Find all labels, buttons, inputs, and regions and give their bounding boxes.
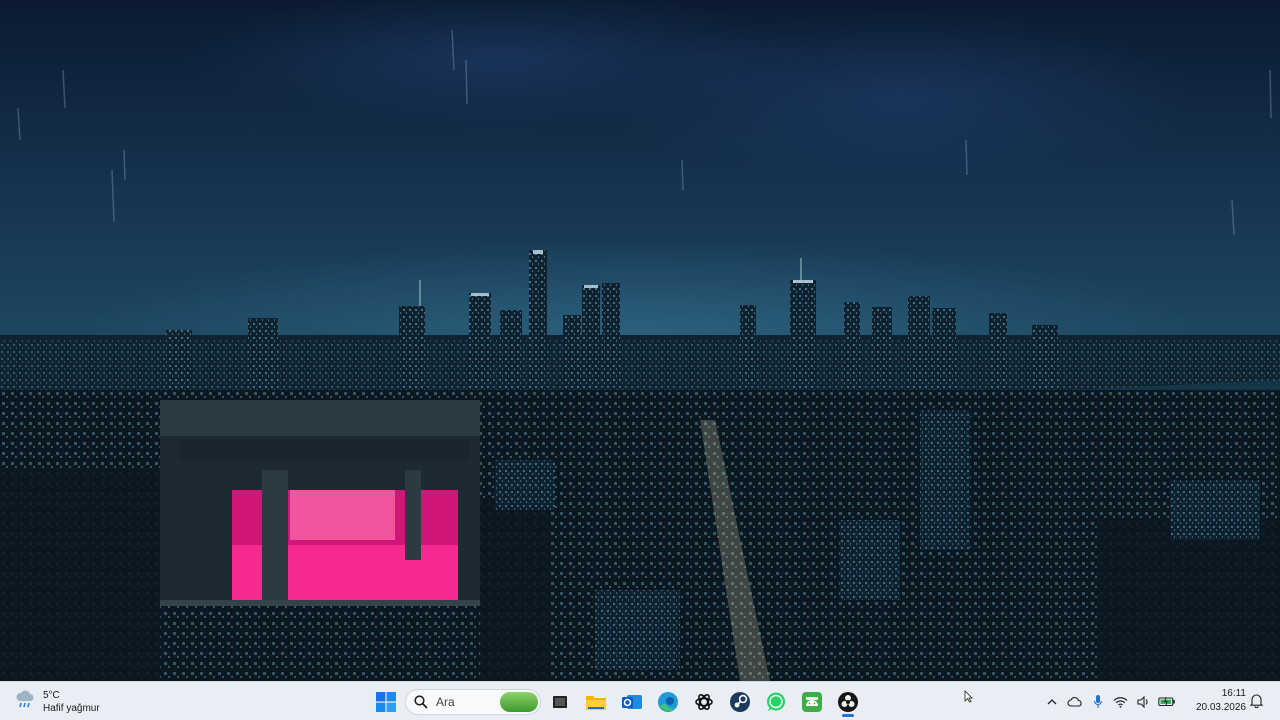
onedrive-tray-button[interactable] — [1063, 685, 1086, 718]
clock-time: 16:11 — [1221, 688, 1246, 699]
steam-icon — [730, 691, 750, 712]
edge-app[interactable] — [650, 685, 686, 718]
android-icon — [802, 691, 822, 712]
search-highlight-icon — [500, 691, 538, 712]
whatsapp-app[interactable] — [758, 685, 794, 718]
obs-icon — [838, 691, 858, 712]
folder-icon — [586, 695, 606, 710]
search-icon — [414, 694, 428, 709]
windows-logo-icon — [376, 691, 396, 712]
chatgpt-app[interactable] — [686, 685, 722, 718]
outlook-app[interactable] — [614, 685, 650, 718]
taskbar: 5°C Hafif yağmur Ara 16:11 20.03.2026 — [0, 681, 1280, 720]
weather-temperature: 5°C — [43, 689, 60, 701]
mouse-cursor-icon — [964, 690, 973, 708]
volume-tray-button[interactable] — [1132, 685, 1155, 718]
outlook-icon — [622, 694, 642, 709]
desktop-wallpaper — [0, 0, 1280, 681]
steam-app[interactable] — [722, 685, 758, 718]
file-explorer-app[interactable] — [578, 685, 614, 718]
wifi-icon — [1113, 696, 1128, 708]
battery-tray-button[interactable] — [1155, 685, 1178, 718]
weather-condition: Hafif yağmur — [43, 702, 100, 714]
clock-date: 20.03.2026 — [1195, 702, 1246, 713]
chatgpt-icon — [695, 693, 713, 710]
microphone-tray-button[interactable] — [1086, 685, 1109, 718]
wifi-tray-button[interactable] — [1109, 685, 1132, 718]
obs-app[interactable] — [830, 685, 866, 718]
speaker-icon — [1136, 695, 1148, 708]
chevron-up-icon — [1047, 698, 1056, 704]
microphone-icon — [1093, 695, 1102, 708]
task-view-icon — [553, 695, 567, 708]
battery-icon — [1157, 696, 1175, 707]
search-box[interactable]: Ara — [405, 688, 541, 715]
android-app[interactable] — [794, 685, 830, 718]
rain-cloud-icon — [14, 689, 36, 714]
notification-center-button[interactable] — [1249, 693, 1264, 713]
search-placeholder: Ara — [436, 694, 455, 709]
show-hidden-icons-button[interactable] — [1040, 685, 1063, 718]
edge-icon — [658, 691, 678, 712]
weather-widget[interactable]: 5°C Hafif yağmur — [14, 686, 100, 717]
whatsapp-icon — [767, 692, 785, 711]
onedrive-cloud-icon — [1067, 697, 1082, 707]
system-clock[interactable]: 16:11 20.03.2026 — [1190, 687, 1246, 715]
notification-bell-icon — [1249, 694, 1264, 709]
task-view-app[interactable] — [542, 685, 578, 718]
system-tray — [1040, 685, 1178, 718]
windows-start-button[interactable] — [368, 685, 404, 718]
taskbar-center: Ara — [368, 685, 866, 718]
